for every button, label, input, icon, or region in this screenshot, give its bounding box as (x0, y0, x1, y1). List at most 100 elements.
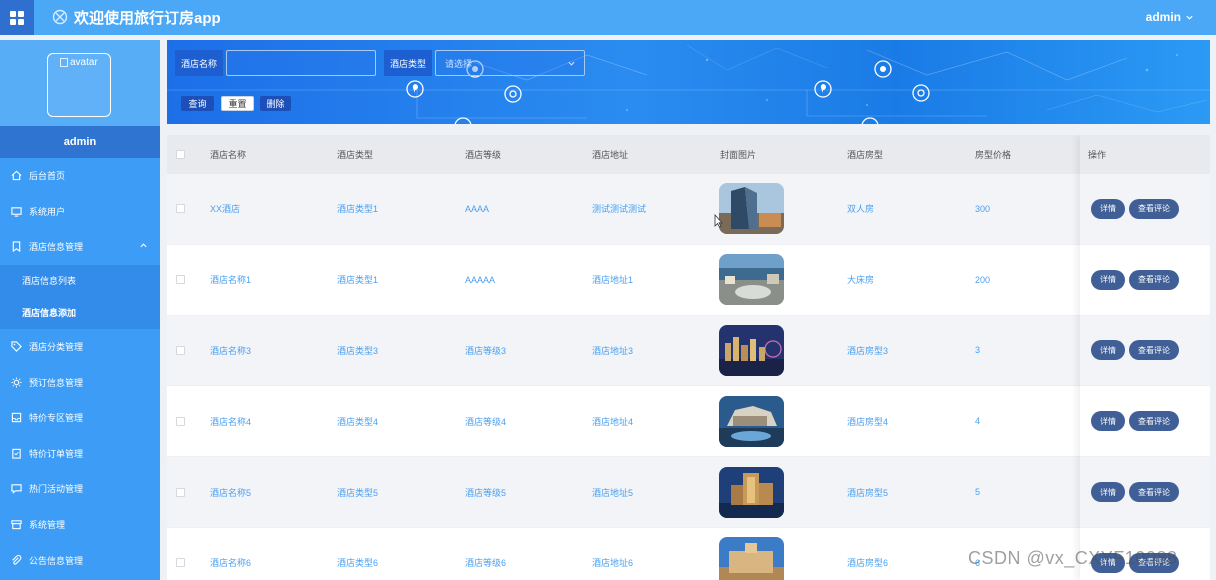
chevron-down-icon (568, 61, 575, 66)
user-menu[interactable]: admin (1146, 10, 1194, 24)
user-name: admin (1145, 10, 1181, 24)
row-checkbox[interactable] (176, 487, 185, 497)
table-row: 酒店名称4 酒店类型4 酒店等级4 酒店地址4 酒店房型4 4 详情 查看评论 (167, 386, 1210, 458)
sidebar-item-label: 预订信息管理 (29, 377, 84, 388)
hotel-cover-image (719, 466, 784, 518)
sidebar-item-booking[interactable]: 预订信息管理 (0, 364, 160, 400)
header-room-type: 酒店房型 (847, 150, 884, 160)
table-header: 酒店名称 酒店类型 酒店等级 酒店地址 封面图片 酒店房型 房型价格 操作 (167, 135, 1210, 174)
row-checkbox[interactable] (176, 204, 185, 214)
sun-icon (10, 376, 22, 388)
cell-hotel-name[interactable]: XX酒店 (210, 202, 240, 215)
sidebar-item-label: 酒店信息管理 (29, 242, 84, 253)
cell-room-price: 3 (975, 345, 981, 356)
avatar: avatar (47, 53, 111, 117)
cell-hotel-type: 酒店类型1 (337, 275, 379, 286)
sidebar-item-label: 酒店信息添加 (22, 308, 77, 319)
box-icon (10, 519, 22, 531)
cell-hotel-level: 酒店等级5 (465, 487, 507, 498)
view-reviews-button[interactable]: 查看评论 (1129, 269, 1179, 290)
sidebar-item-hotel-category[interactable]: 酒店分类管理 (0, 329, 160, 365)
chevron-up-icon (140, 243, 147, 248)
avatar-alt-text: avatar (70, 57, 98, 68)
search-banner: 酒店名称 酒店类型 请选择 查询 重置 删除 (167, 40, 1210, 124)
cell-hotel-name[interactable]: 酒店名称6 (210, 556, 251, 569)
select-placeholder: 请选择 (445, 58, 473, 69)
clipboard-icon (10, 447, 22, 459)
row-checkbox[interactable] (176, 275, 185, 285)
sidebar-item-special-orders[interactable]: 特价订单管理 (0, 436, 160, 472)
cell-hotel-type: 酒店类型4 (337, 416, 379, 427)
detail-button[interactable]: 详情 (1091, 482, 1125, 503)
view-reviews-button[interactable]: 查看评论 (1129, 198, 1179, 219)
sidebar-item-home[interactable]: 后台首页 (0, 158, 160, 194)
detail-button[interactable]: 详情 (1091, 198, 1125, 219)
top-bar: 欢迎使用旅行订房app admin (0, 0, 1216, 35)
detail-button[interactable]: 详情 (1091, 340, 1125, 361)
hotel-name-input[interactable] (226, 50, 376, 76)
sidebar: avatar admin 后台首页 系统用户 酒店信息管理 酒店信息列表 酒店信… (0, 40, 160, 580)
sidebar-item-system-users[interactable]: 系统用户 (0, 194, 160, 230)
cell-hotel-address: 酒店地址6 (592, 558, 634, 569)
sidebar-item-announcements[interactable]: 公告信息管理 (0, 542, 160, 578)
row-checkbox[interactable] (176, 416, 185, 426)
sidebar-item-hot-events[interactable]: 热门活动管理 (0, 471, 160, 507)
cell-hotel-level: 酒店等级4 (465, 416, 507, 427)
view-reviews-button[interactable]: 查看评论 (1129, 411, 1179, 432)
cell-hotel-name[interactable]: 酒店名称1 (210, 273, 251, 286)
header-cover-image: 封面图片 (720, 150, 757, 160)
sidebar-item-label: 系统管理 (29, 520, 66, 531)
cell-hotel-level: AAAAA (465, 274, 496, 285)
profile-panel: avatar (0, 40, 160, 126)
cell-room-type: 酒店房型4 (847, 416, 889, 427)
hotel-type-select[interactable]: 请选择 (435, 50, 585, 76)
header-hotel-level: 酒店等级 (465, 150, 502, 160)
paperclip-icon (10, 554, 22, 566)
cell-hotel-level: AAAA (465, 203, 490, 214)
cell-hotel-type: 酒店类型6 (337, 558, 379, 569)
header-hotel-address: 酒店地址 (592, 150, 629, 160)
sidebar-item-system-management[interactable]: 系统管理 (0, 507, 160, 543)
query-button[interactable]: 查询 (181, 96, 214, 111)
row-checkbox[interactable] (176, 345, 185, 355)
bookmark-icon (10, 241, 22, 253)
cell-room-type: 酒店房型3 (847, 345, 889, 356)
sidebar-item-hotel-add[interactable]: 酒店信息添加 (0, 296, 160, 329)
cell-hotel-name[interactable]: 酒店名称4 (210, 415, 251, 428)
cell-hotel-address: 酒店地址3 (592, 345, 634, 356)
cell-room-price: 4 (975, 416, 981, 427)
sidebar-item-label: 热门活动管理 (29, 484, 84, 495)
cell-hotel-type: 酒店类型1 (337, 204, 379, 215)
inbox-icon (10, 412, 22, 424)
sidebar-item-special-offers[interactable]: 特价专区管理 (0, 400, 160, 436)
detail-button[interactable]: 详情 (1091, 269, 1125, 290)
cell-room-type: 酒店房型5 (847, 487, 889, 498)
chat-icon (10, 483, 22, 495)
sidebar-item-hotel-list[interactable]: 酒店信息列表 (0, 264, 160, 297)
cell-hotel-name[interactable]: 酒店名称5 (210, 486, 251, 499)
reset-button[interactable]: 重置 (221, 96, 254, 111)
menu-toggle-button[interactable] (0, 0, 34, 35)
sidebar-item-label: 公告信息管理 (29, 555, 84, 566)
cell-hotel-name[interactable]: 酒店名称3 (210, 344, 251, 357)
select-all-checkbox[interactable] (176, 150, 185, 159)
detail-button[interactable]: 详情 (1091, 411, 1125, 432)
cell-room-price: 300 (975, 203, 991, 214)
header-actions: 操作 (1088, 150, 1107, 160)
sidebar-item-label: 系统用户 (29, 206, 66, 217)
tag-icon (10, 341, 22, 353)
cell-hotel-type: 酒店类型3 (337, 345, 379, 356)
view-reviews-button[interactable]: 查看评论 (1129, 482, 1179, 503)
sidebar-item-label: 酒店信息列表 (22, 276, 77, 287)
cell-room-type: 大床房 (847, 275, 875, 286)
sidebar-item-label: 特价专区管理 (29, 413, 84, 424)
view-reviews-button[interactable]: 查看评论 (1129, 340, 1179, 361)
cell-room-type: 酒店房型6 (847, 558, 889, 569)
cell-room-type: 双人房 (847, 204, 875, 215)
cell-hotel-address: 酒店地址5 (592, 487, 634, 498)
sidebar-item-hotel-info[interactable]: 酒店信息管理 (0, 229, 160, 265)
table-row: 酒店名称3 酒店类型3 酒店等级3 酒店地址3 酒店房型3 3 详情 查看评论 (167, 315, 1210, 387)
delete-button[interactable]: 删除 (260, 96, 291, 111)
cell-room-price: 200 (975, 274, 991, 285)
row-checkbox[interactable] (176, 558, 185, 568)
